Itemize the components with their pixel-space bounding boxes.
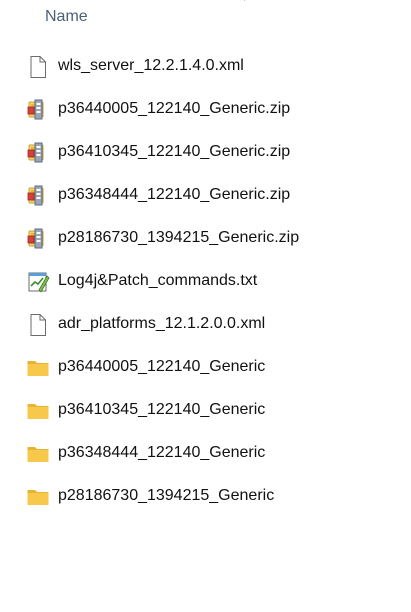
- xml-file-icon: [26, 313, 50, 337]
- folder-icon: [26, 356, 50, 380]
- folder-icon: [26, 485, 50, 509]
- file-name: Log4j&Patch_commands.txt: [58, 272, 258, 289]
- file-name: p36410345_122140_Generic: [58, 401, 266, 418]
- sort-caret-icon: [243, 0, 246, 1]
- file-list-item[interactable]: p36440005_122140_Generic: [0, 346, 411, 389]
- zip-file-icon: [26, 227, 50, 251]
- zip-file-icon: [26, 141, 50, 165]
- column-header: Name: [0, 0, 411, 36]
- file-list-item[interactable]: p36348444_122140_Generic.zip: [0, 174, 411, 217]
- file-list-item[interactable]: adr_platforms_12.1.2.0.0.xml: [0, 303, 411, 346]
- file-name: adr_platforms_12.1.2.0.0.xml: [58, 315, 266, 332]
- file-name: p28186730_1394215_Generic: [58, 487, 275, 504]
- file-list-item[interactable]: p36410345_122140_Generic.zip: [0, 131, 411, 174]
- file-list-item[interactable]: Log4j&Patch_commands.txt: [0, 260, 411, 303]
- text-file-icon: [26, 270, 50, 294]
- file-name: p36440005_122140_Generic.zip: [58, 100, 291, 117]
- file-list-item[interactable]: p28186730_1394215_Generic.zip: [0, 217, 411, 260]
- file-list-item[interactable]: p28186730_1394215_Generic: [0, 475, 411, 518]
- file-list-item[interactable]: p36348444_122140_Generic: [0, 432, 411, 475]
- name-column-header[interactable]: Name: [45, 8, 88, 26]
- file-name: wls_server_12.2.1.4.0.xml: [58, 57, 244, 74]
- xml-file-icon: [26, 55, 50, 79]
- file-list-item[interactable]: wls_server_12.2.1.4.0.xml: [0, 45, 411, 88]
- file-name: p36440005_122140_Generic: [58, 358, 266, 375]
- file-list-item[interactable]: p36440005_122140_Generic.zip: [0, 88, 411, 131]
- file-name: p36348444_122140_Generic.zip: [58, 186, 291, 203]
- folder-icon: [26, 399, 50, 423]
- zip-file-icon: [26, 184, 50, 208]
- folder-icon: [26, 442, 50, 466]
- file-name: p36348444_122140_Generic: [58, 444, 266, 461]
- file-list-item[interactable]: p36410345_122140_Generic: [0, 389, 411, 432]
- zip-file-icon: [26, 98, 50, 122]
- file-name: p36410345_122140_Generic.zip: [58, 143, 291, 160]
- file-name: p28186730_1394215_Generic.zip: [58, 229, 300, 246]
- file-list: wls_server_12.2.1.4.0.xml p36440005_1221…: [0, 45, 411, 518]
